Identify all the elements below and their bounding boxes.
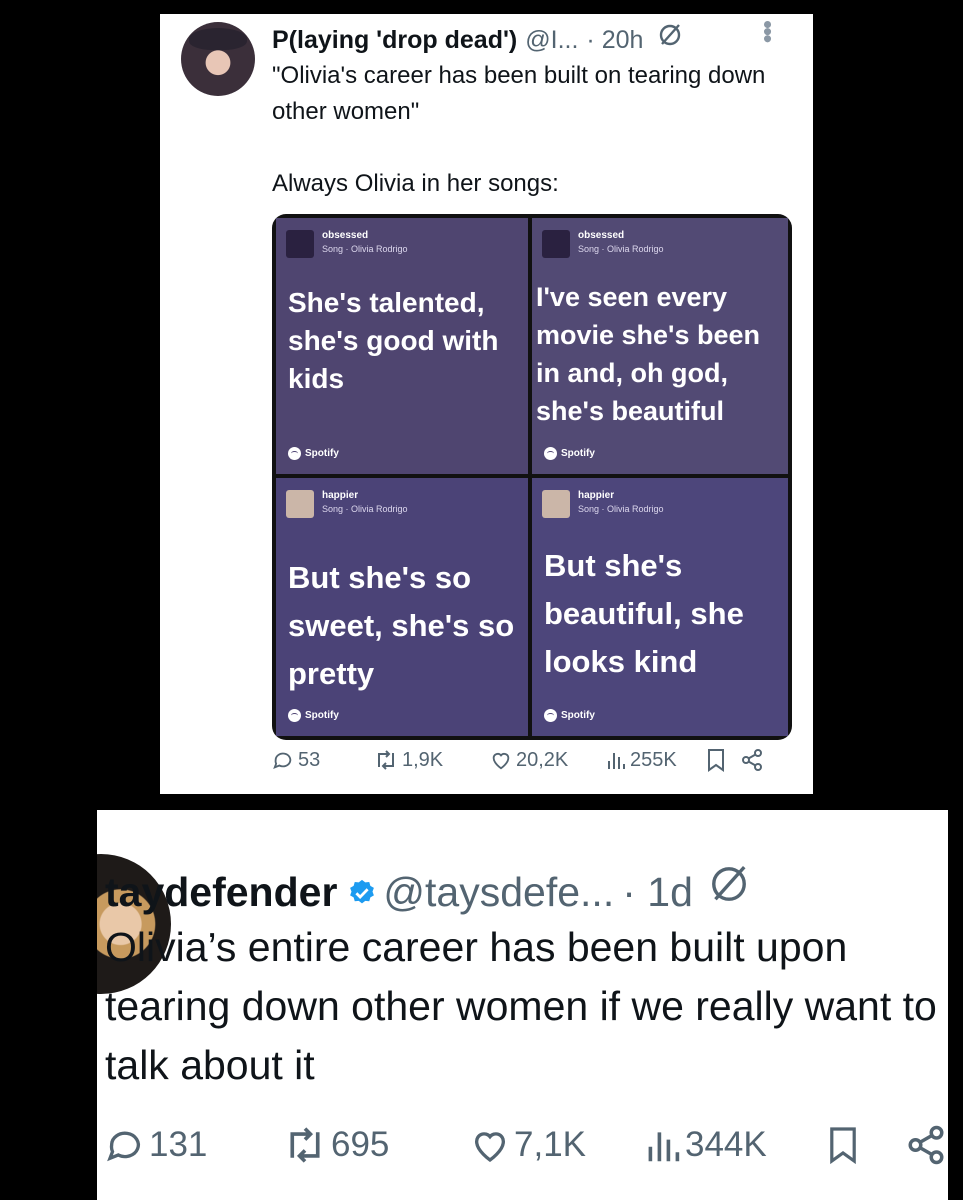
lyric-text: I've seen every movie she's been in and,… <box>536 282 761 426</box>
spotify-lyric-card[interactable]: obsessed Song · Olivia Rodrigo I've seen… <box>532 218 788 474</box>
spotify-label: Spotify <box>305 710 339 721</box>
display-name[interactable]: P(laying 'drop dead') <box>272 26 517 55</box>
heart-icon <box>492 753 510 770</box>
reply-icon <box>273 752 292 769</box>
bookmark-icon <box>830 1127 856 1165</box>
spotify-logo: Spotify <box>288 447 339 460</box>
like-count: 7,1K <box>514 1125 586 1164</box>
like-count: 20,2K <box>516 748 569 771</box>
reply-button[interactable]: 131 <box>105 1125 207 1165</box>
like-button[interactable]: 20,2K <box>490 749 568 772</box>
spotify-icon <box>544 709 557 722</box>
spotify-label: Spotify <box>561 448 595 459</box>
views-button[interactable]: 255K <box>606 749 677 772</box>
display-name[interactable]: taydefender <box>105 869 337 916</box>
reply-count: 53 <box>298 748 321 771</box>
album-art <box>542 490 570 518</box>
tweet-header: taydefender @taysdefe... · 1d <box>105 862 751 916</box>
album-art <box>286 490 314 518</box>
lyric-text: But she's beautiful, she looks kind <box>544 548 744 679</box>
bookmark-button[interactable] <box>827 1124 859 1166</box>
spotify-icon <box>288 709 301 722</box>
bookmark-icon <box>708 749 724 772</box>
views-chart-icon <box>648 1132 680 1162</box>
action-bar: 131 695 7,1K 344K <box>105 1120 955 1170</box>
song-title: happier <box>578 490 615 501</box>
song-title: obsessed <box>578 230 625 241</box>
spotify-lyric-card[interactable]: obsessed Song · Olivia Rodrigo She's tal… <box>276 218 528 474</box>
repost-button[interactable]: 1,9K <box>374 749 443 772</box>
album-art <box>542 230 570 258</box>
verified-badge-icon <box>347 871 375 904</box>
tweet-text: "Olivia's career has been built on teari… <box>272 62 766 197</box>
share-icon <box>908 1125 944 1165</box>
tweet-header: P(laying 'drop dead') @I... · 20h <box>272 22 683 55</box>
song-artist: Song · Olivia Rodrigo <box>322 504 408 514</box>
username[interactable]: @I... <box>525 26 578 55</box>
avatar[interactable] <box>181 22 255 96</box>
reply-icon <box>107 1131 140 1162</box>
repost-icon <box>290 1127 320 1163</box>
song-artist: Song · Olivia Rodrigo <box>578 504 664 514</box>
views-chart-icon <box>608 753 625 769</box>
tweet-quoted-top[interactable]: P(laying 'drop dead') @I... · 20h ••• "O… <box>160 14 813 794</box>
share-icon <box>742 749 762 771</box>
views-button[interactable]: 344K <box>645 1125 767 1165</box>
spotify-logo: Spotify <box>288 709 339 722</box>
reply-count: 131 <box>149 1125 208 1164</box>
spotify-logo: Spotify <box>544 447 595 460</box>
more-dots-icon[interactable]: ••• <box>752 20 783 41</box>
bookmark-button[interactable] <box>706 748 726 772</box>
reply-button[interactable]: 53 <box>272 749 320 772</box>
tweet-text: Olivia’s entire career has been built up… <box>105 924 937 1088</box>
timestamp[interactable]: · 1d <box>622 869 693 916</box>
song-artist: Song · Olivia Rodrigo <box>322 244 408 254</box>
spotify-label: Spotify <box>561 710 595 721</box>
grok-icon[interactable] <box>657 22 683 55</box>
lyric-text: But she's so sweet, she's so pretty <box>288 560 515 691</box>
heart-icon <box>475 1132 505 1163</box>
spotify-lyric-card[interactable]: happier Song · Olivia Rodrigo But she's … <box>276 478 528 736</box>
spotify-logo: Spotify <box>544 709 595 722</box>
song-title: obsessed <box>322 230 369 241</box>
repost-button[interactable]: 695 <box>283 1125 389 1165</box>
timestamp[interactable]: · 20h <box>586 26 643 55</box>
username[interactable]: @taysdefe... <box>383 869 614 916</box>
lyric-text: She's talented, she's good with kids <box>288 287 499 394</box>
share-button[interactable] <box>740 748 764 772</box>
repost-count: 1,9K <box>402 748 444 771</box>
media-grid[interactable]: obsessed Song · Olivia Rodrigo She's tal… <box>272 214 792 740</box>
grok-icon[interactable] <box>707 862 751 916</box>
song-title: happier <box>322 490 359 501</box>
share-button[interactable] <box>905 1124 947 1166</box>
song-artist: Song · Olivia Rodrigo <box>578 244 664 254</box>
album-art <box>286 230 314 258</box>
spotify-icon <box>288 447 301 460</box>
spotify-icon <box>544 447 557 460</box>
spotify-label: Spotify <box>305 448 339 459</box>
like-button[interactable]: 7,1K <box>470 1125 586 1165</box>
avatar-hat-shape <box>189 28 247 50</box>
repost-count: 695 <box>331 1125 390 1164</box>
view-count: 255K <box>630 748 677 771</box>
spotify-lyric-card[interactable]: happier Song · Olivia Rodrigo But she's … <box>532 478 788 736</box>
repost-icon <box>378 750 394 770</box>
view-count: 344K <box>685 1125 767 1164</box>
